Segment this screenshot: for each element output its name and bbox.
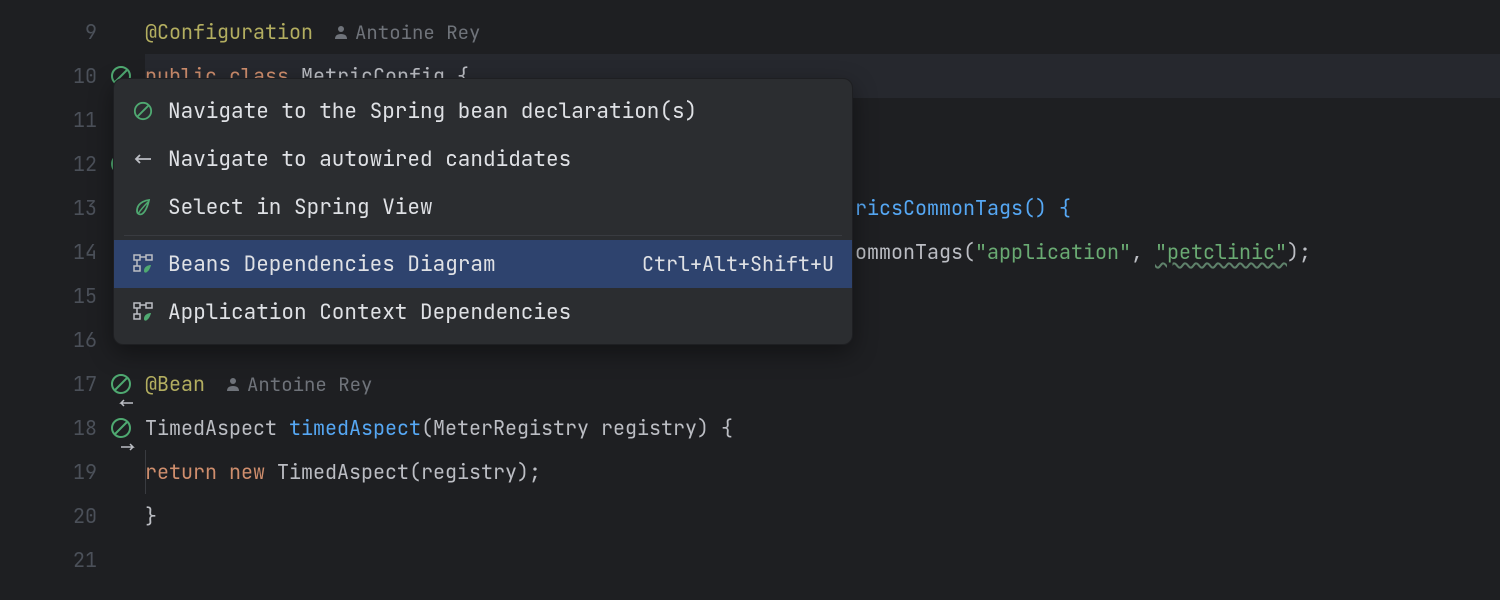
gutter-row[interactable]: 12 <box>0 142 105 186</box>
annotation: @Bean <box>145 371 205 397</box>
line-number: 20 <box>67 503 97 529</box>
gutter-row[interactable]: 9 <box>0 10 105 54</box>
line-number: 19 <box>67 459 97 485</box>
gutter-row[interactable]: 13 <box>0 186 105 230</box>
popup-item-label: Select in Spring View <box>168 194 834 221</box>
author-name: Antoine Rey <box>355 20 480 45</box>
keyboard-shortcut: Ctrl+Alt+Shift+U <box>642 251 834 277</box>
gutter-row[interactable]: 19 <box>0 450 105 494</box>
popup-item-context-deps[interactable]: Application Context Dependencies <box>114 288 852 336</box>
gutter-row[interactable]: 11 <box>0 98 105 142</box>
popup-item-spring-view[interactable]: Select in Spring View <box>114 183 852 231</box>
popup-item-label: Navigate to the Spring bean declaration(… <box>168 98 834 125</box>
diagram-icon <box>132 253 154 275</box>
person-icon <box>333 24 349 40</box>
diagram-icon <box>132 301 154 323</box>
line-number: 16 <box>67 327 97 353</box>
gutter-actions-popup: Navigate to the Spring bean declaration(… <box>113 78 853 345</box>
line-number: 17 <box>67 371 97 397</box>
author-hint: Antoine Rey <box>225 372 372 397</box>
popup-item-label: Navigate to autowired candidates <box>168 146 834 173</box>
popup-item-beans-diagram[interactable]: Beans Dependencies Diagram Ctrl+Alt+Shif… <box>114 240 852 288</box>
author-hint: Antoine Rey <box>333 20 480 45</box>
annotation: @Configuration <box>145 19 313 45</box>
editor-gutter: 9 10 11 12 13 14 15 <box>0 0 105 600</box>
line-number: 10 <box>67 63 97 89</box>
gutter-row[interactable]: 18 <box>0 406 105 450</box>
line-number: 13 <box>67 195 97 221</box>
gutter-row[interactable]: 14 <box>0 230 105 274</box>
gutter-row[interactable]: 10 <box>0 54 105 98</box>
line-number: 9 <box>67 19 97 45</box>
line-number: 11 <box>67 107 97 133</box>
line-number: 12 <box>67 151 97 177</box>
gutter-row[interactable]: 17 <box>0 362 105 406</box>
line-number: 21 <box>67 547 97 573</box>
gutter-row[interactable]: 15 <box>0 274 105 318</box>
popup-item-navigate-bean[interactable]: Navigate to the Spring bean declaration(… <box>114 87 852 135</box>
popup-item-autowired[interactable]: Navigate to autowired candidates <box>114 135 852 183</box>
line-number: 15 <box>67 283 97 309</box>
popup-item-label: Beans Dependencies Diagram <box>168 251 628 278</box>
line-number: 18 <box>67 415 97 441</box>
gutter-row[interactable]: 20 <box>0 494 105 538</box>
spring-bean-icon <box>132 100 154 122</box>
popup-item-label: Application Context Dependencies <box>168 299 834 326</box>
person-icon <box>225 376 241 392</box>
gutter-row[interactable]: 21 <box>0 538 105 582</box>
line-number: 14 <box>67 239 97 265</box>
arrow-left-icon <box>132 148 154 170</box>
gutter-row[interactable]: 16 <box>0 318 105 362</box>
spring-leaf-icon <box>132 196 154 218</box>
popup-divider <box>124 235 842 236</box>
author-name: Antoine Rey <box>247 372 372 397</box>
